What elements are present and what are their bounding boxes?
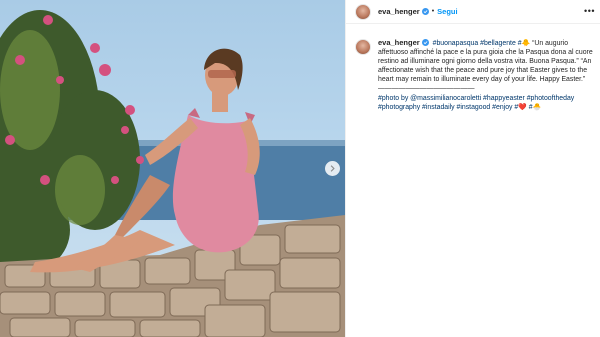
more-options-button[interactable]: ••• (584, 6, 595, 16)
hashtags-line-1[interactable]: #photo by @massimilianocaroletti #happye… (378, 95, 574, 102)
avatar[interactable] (355, 3, 371, 20)
hashtags-line-2[interactable]: #photography #instadaily #instagood #enj… (378, 104, 518, 111)
post-header: eva_henger • Segui ••• (346, 0, 600, 24)
photo-scene (0, 10, 345, 337)
post-sidebar: eva_henger • Segui ••• eva_henger #buona… (345, 0, 600, 337)
separator-dot: • (431, 8, 435, 15)
hatching-chick-emoji: 🐣 (532, 103, 542, 111)
heart-emoji: ❤️ (518, 103, 527, 111)
follow-button[interactable]: Segui (437, 7, 457, 16)
caption-body: “Un augurio affettuoso affinché la pace … (378, 40, 593, 93)
verified-badge-icon (421, 8, 429, 15)
chick-emoji: 🐥 (521, 40, 531, 47)
hashtags-intro[interactable]: #buonapasqua #bellagente (433, 40, 516, 47)
verified-badge-icon (421, 39, 429, 46)
caption-avatar[interactable] (355, 39, 371, 55)
caption-username[interactable]: eva_henger (378, 38, 420, 47)
header-username[interactable]: eva_henger (378, 7, 420, 16)
chevron-right-icon (330, 165, 335, 172)
post-caption-row: eva_henger #buonapasqua #bellagente #🐥 “… (355, 38, 600, 112)
post-photo (0, 0, 345, 337)
next-photo-button[interactable] (325, 161, 340, 176)
caption-text: eva_henger #buonapasqua #bellagente #🐥 “… (378, 38, 600, 112)
